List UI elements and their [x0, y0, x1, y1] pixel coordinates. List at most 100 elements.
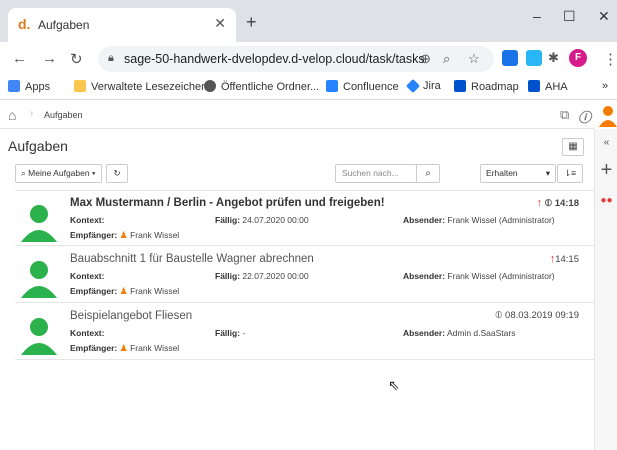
person-icon: ♟ [119, 343, 128, 353]
refresh-icon: ↻ [113, 168, 121, 178]
dvelop-favicon-icon: d. [18, 16, 31, 32]
avatar [17, 254, 61, 298]
confluence-icon [326, 80, 338, 92]
task-row[interactable]: Beispielangebot Fliesen Kontext: Fällig:… [15, 304, 594, 360]
zoom-icon[interactable]: ⌕ [443, 51, 450, 67]
task-sender: Absender: Admin d.SaaStars [403, 328, 516, 338]
kebab-menu-icon[interactable]: ⋮ [603, 50, 617, 68]
avatar [17, 311, 61, 355]
paperclip-icon: ⦶ [495, 310, 503, 321]
star-icon[interactable]: ☆ [468, 51, 480, 67]
avatar [17, 198, 61, 242]
close-tab-icon[interactable]: ✕ [214, 15, 226, 32]
breadcrumb[interactable]: Aufgaben [44, 110, 83, 120]
reload-icon[interactable]: ↻ [70, 50, 83, 68]
task-row[interactable]: Bauabschnitt 1 für Baustelle Wagner abre… [15, 247, 594, 303]
task-recipient: Empfänger: ♟ Frank Wissel [70, 286, 180, 296]
filter-dropdown[interactable]: ⌕ Meine Aufgaben ▾ [15, 164, 102, 183]
bookmarks-overflow-icon[interactable]: » [602, 80, 608, 92]
sort-descending-icon: ⇂≡ [563, 168, 577, 178]
collapse-icon[interactable]: « [595, 137, 617, 148]
task-sender: Absender: Frank Wissel (Administrator) [403, 271, 555, 281]
task-context: Kontext: [70, 328, 105, 338]
address-bar[interactable]: 🔒︎ sage-50-handwerk-dvelopdev.d-velop.cl… [98, 46, 494, 72]
bookmark-roadmap[interactable]: Roadmap [454, 80, 519, 93]
search-icon: ⌕ [21, 168, 26, 178]
back-arrow-icon[interactable]: ← [12, 50, 27, 67]
info-icon[interactable]: ⓘ [578, 107, 591, 126]
person-icon: ♟ [119, 286, 128, 296]
extension-grid-icon[interactable] [502, 50, 518, 66]
browser-tab[interactable]: d. Aufgaben ✕ [8, 8, 236, 42]
forward-arrow-icon[interactable]: → [42, 50, 57, 67]
task-title[interactable]: Max Mustermann / Berlin - Angebot prüfen… [70, 197, 385, 209]
add-icon[interactable]: + [595, 159, 617, 182]
caret-down-icon: ▾ [91, 168, 96, 178]
task-time: ↑ ⦶ 14:18 [537, 197, 579, 209]
puzzle-icon[interactable]: ✱ [548, 50, 559, 66]
caret-down-icon: ▾ [545, 168, 550, 178]
task-sender: Absender: Frank Wissel (Administrator) [403, 215, 555, 225]
task-due: Fällig: - [215, 328, 246, 338]
bookmark-aha[interactable]: AHA [528, 80, 568, 93]
task-context: Kontext: [70, 271, 105, 281]
task-time-text: 08.03.2019 09:19 [505, 310, 579, 321]
home-icon[interactable]: ⌂ [8, 107, 16, 123]
breadcrumb-separator-icon: › [30, 108, 34, 119]
url-text: sage-50-handwerk-dvelopdev.d-velop.cloud… [124, 52, 425, 66]
task-time: ⦶ 08.03.2019 09:19 [495, 310, 579, 321]
user-icon[interactable] [598, 101, 617, 129]
task-context: Kontext: [70, 215, 105, 225]
search-icon: ⌕ [425, 168, 431, 179]
filter-label: Meine Aufgaben [28, 168, 90, 178]
aha-icon [528, 80, 540, 92]
window-icon[interactable]: ⧉ [560, 107, 569, 123]
task-row[interactable]: Max Mustermann / Berlin - Angebot prüfen… [15, 190, 594, 246]
task-time: ↑14:15 [550, 253, 579, 265]
task-title[interactable]: Beispielangebot Fliesen [70, 310, 192, 322]
extension-chat-icon[interactable] [526, 50, 542, 66]
bookmark-apps[interactable]: Apps [8, 80, 50, 93]
person-icon: ♟ [119, 230, 128, 240]
browser-toolbar: ← → ↻ 🔒︎ sage-50-handwerk-dvelopdev.d-ve… [0, 42, 617, 76]
view-toggle-button[interactable]: ▦ [562, 138, 584, 156]
group-icon[interactable]: ●● [595, 195, 617, 206]
minimize-icon[interactable]: – [533, 8, 541, 24]
bookmark-confluence[interactable]: Confluence [326, 80, 399, 93]
bookmark-jira[interactable]: Jira [405, 78, 441, 94]
apps-grid-icon [8, 80, 20, 92]
task-recipient: Empfänger: ♟ Frank Wissel [70, 230, 180, 240]
bookmarks-bar: Apps Verwaltete Lesezeichen Öffentliche … [0, 76, 617, 100]
refresh-button[interactable]: ↻ [106, 164, 128, 183]
sort-order-button[interactable]: ⇂≡ [557, 164, 583, 183]
priority-arrow-icon: ↑ [536, 197, 543, 209]
mouse-cursor-icon: ⇖ [388, 377, 400, 393]
table-view-icon: ▦ [568, 141, 578, 152]
page-title: Aufgaben [8, 138, 68, 154]
profile-avatar[interactable]: F [569, 49, 587, 67]
add-icon[interactable]: ⊕ [420, 51, 431, 67]
app-header: ⌂ › Aufgaben ⧉ ⓘ [0, 101, 594, 129]
search-button[interactable]: ⌕ [416, 164, 440, 183]
maximize-icon[interactable]: ☐ [563, 8, 576, 25]
task-time-text: 14:15 [555, 254, 579, 265]
globe-icon [204, 80, 216, 92]
bookmark-verwaltete-lesezeichen[interactable]: Verwaltete Lesezeichen [74, 80, 207, 93]
close-window-icon[interactable]: ✕ [598, 8, 610, 25]
search-input[interactable]: Suchen nach... [335, 164, 417, 183]
roadmap-icon [454, 80, 466, 92]
task-title[interactable]: Bauabschnitt 1 für Baustelle Wagner abre… [70, 253, 314, 265]
right-sidebar: « + ●● [594, 129, 617, 450]
jira-icon [405, 78, 421, 94]
bookmark-oeffentliche-ordner[interactable]: Öffentliche Ordner... [204, 80, 319, 93]
folder-icon [74, 80, 86, 92]
lock-icon: 🔒︎ [108, 52, 114, 64]
task-recipient: Empfänger: ♟ Frank Wissel [70, 343, 180, 353]
browser-tab-bar: d. Aufgaben ✕ + – ☐ ✕ [0, 0, 617, 42]
sort-dropdown[interactable]: Erhalten ▾ [480, 164, 556, 183]
task-due: Fällig: 24.07.2020 00:00 [215, 215, 309, 225]
sort-label: Erhalten [486, 168, 518, 178]
new-tab-icon[interactable]: + [246, 12, 257, 33]
tab-title: Aufgaben [38, 18, 90, 32]
task-time-text: 14:18 [554, 198, 579, 209]
